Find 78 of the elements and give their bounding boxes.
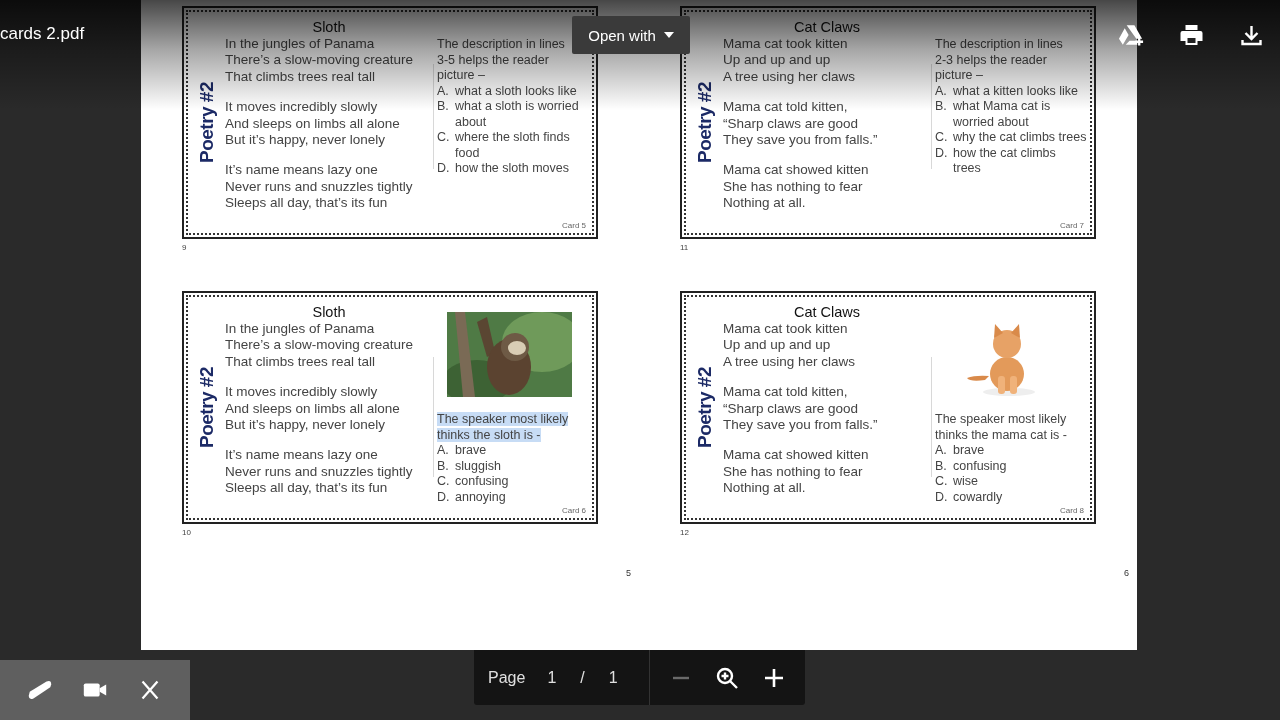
poem-line: Sleeps all day, that’s its fun — [225, 480, 389, 497]
poem-line: Sleeps all day, that’s its fun — [225, 195, 389, 212]
open-with-button[interactable]: Open with — [572, 16, 690, 54]
card-number: Card 5 — [562, 221, 586, 230]
card-number: Card 7 — [1060, 221, 1084, 230]
download-icon[interactable] — [1238, 23, 1265, 47]
card-side-label: Poetry #2 — [693, 366, 716, 448]
poem-line: Mama cat told kitten, — [723, 384, 849, 401]
poem-line: But it’s happy, never lonely — [225, 417, 387, 434]
current-page-field[interactable]: 1 — [547, 668, 557, 687]
poem-line: It’s name means lazy one — [225, 162, 379, 179]
poem-title: Sloth — [311, 19, 347, 36]
poem-line: They save you from falls.” — [723, 132, 879, 149]
poem-line: She has nothing to fear — [723, 178, 864, 196]
poem-line: Never runs and snuzzles tightly — [225, 463, 414, 481]
answer-option: D. how the sloth moves — [437, 161, 589, 177]
page-total: 1 — [608, 668, 618, 687]
sheet-number: 10 — [182, 528, 191, 537]
answer-option: A. brave — [935, 443, 1087, 459]
page-separator: / — [580, 668, 585, 687]
card-side-label: Poetry #2 — [195, 366, 218, 448]
poem-line: And sleeps on limbs all alone — [225, 400, 401, 418]
page-number: 5 — [626, 568, 631, 578]
file-title: cards 2.pdf — [0, 24, 85, 44]
page-label: Page — [488, 668, 526, 687]
card-side-label: Poetry #2 — [693, 81, 716, 163]
answer-option: A. brave — [437, 443, 589, 459]
poem-line: They save you from falls.” — [723, 417, 879, 434]
page-number: 6 — [1124, 568, 1129, 578]
poem-title: Sloth — [311, 304, 347, 321]
sheet-number: 12 — [680, 528, 689, 537]
add-to-drive-icon[interactable] — [1118, 23, 1145, 47]
poem-line: In the jungles of Panama — [225, 321, 376, 338]
answer-option: C. confusing — [437, 474, 589, 490]
poem-line: In the jungles of Panama — [225, 36, 376, 53]
answer-option: C. wise — [935, 474, 1087, 490]
poem-line: Mama cat told kitten, — [723, 99, 849, 116]
poem-line: Up and up and up — [723, 337, 832, 354]
poem-line: But it’s happy, never lonely — [225, 132, 387, 149]
poem-title: Cat Claws — [792, 304, 862, 321]
card-number: Card 8 — [1060, 506, 1084, 515]
poem-line: A tree using her claws — [723, 68, 857, 86]
poem-line: She has nothing to fear — [723, 463, 864, 481]
answer-option: B. confusing — [935, 458, 1087, 474]
answer-option: D. cowardly — [935, 489, 1087, 505]
poem-line: That climbs trees real tall — [225, 68, 377, 86]
answer-option: D. annoying — [437, 489, 589, 505]
sheet-number: 9 — [182, 243, 187, 252]
answer-option: D. how the cat climbs trees — [935, 145, 1087, 177]
poem-line: That climbs trees real tall — [225, 353, 377, 371]
poem-line: Nothing at all. — [723, 480, 807, 497]
poem-title: Cat Claws — [792, 19, 862, 36]
poem-line: “Sharp claws are good — [723, 115, 860, 133]
poem-line: It’s name means lazy one — [225, 447, 379, 464]
poem-line: “Sharp claws are good — [723, 400, 860, 418]
card-side-label: Poetry #2 — [195, 81, 218, 163]
poem-line: There’s a slow-moving creature — [225, 52, 415, 69]
print-icon[interactable] — [1178, 23, 1205, 47]
poem-line: Up and up and up — [723, 52, 832, 69]
zoom-in-icon[interactable] — [715, 665, 740, 690]
poem-line: Mama cat showed kitten — [723, 162, 870, 179]
card-number: Card 6 — [562, 506, 586, 515]
answer-option: A. what a kitten looks like — [935, 83, 1087, 99]
poem-line: Mama cat showed kitten — [723, 447, 870, 464]
poem-line: Nothing at all. — [723, 195, 807, 212]
poem-line: It moves incredibly slowly — [225, 99, 379, 116]
poem-line: Mama cat took kitten — [723, 36, 849, 53]
caret-icon — [663, 32, 674, 38]
poem-line: There’s a slow-moving creature — [225, 337, 415, 354]
poem-line: Mama cat took kitten — [723, 321, 849, 338]
poem-line: And sleeps on limbs all alone — [225, 115, 401, 133]
answer-option: B. sluggish — [437, 458, 589, 474]
poem-line: It moves incredibly slowly — [225, 384, 379, 401]
poem-line: Never runs and snuzzles tightly — [225, 178, 414, 196]
poem-line: A tree using her claws — [723, 353, 857, 371]
sheet-number: 11 — [680, 243, 689, 252]
answer-option: C. why the cat climbs trees — [935, 130, 1087, 146]
answer-option: A. what a sloth looks like — [437, 83, 589, 99]
